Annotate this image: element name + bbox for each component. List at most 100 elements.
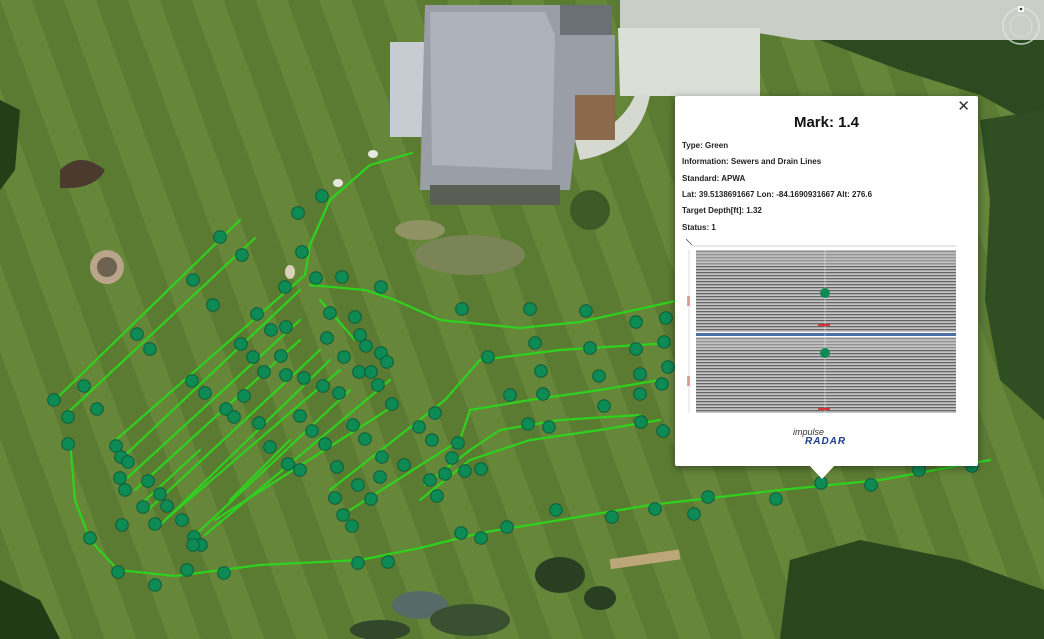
gpr-mark-marker[interactable] xyxy=(335,270,349,284)
gpr-mark-marker[interactable] xyxy=(381,555,395,569)
gpr-mark-marker[interactable] xyxy=(430,489,444,503)
gpr-mark-marker[interactable] xyxy=(373,470,387,484)
gpr-mark-marker[interactable] xyxy=(385,397,399,411)
gpr-mark-marker[interactable] xyxy=(412,420,426,434)
gpr-mark-marker[interactable] xyxy=(252,416,266,430)
gpr-mark-marker[interactable] xyxy=(633,367,647,381)
gpr-mark-marker[interactable] xyxy=(455,302,469,316)
gpr-mark-marker[interactable] xyxy=(77,379,91,393)
gpr-mark-marker[interactable] xyxy=(295,245,309,259)
gpr-mark-marker[interactable] xyxy=(528,336,542,350)
gpr-mark-marker[interactable] xyxy=(352,365,366,379)
gpr-mark-marker[interactable] xyxy=(864,478,878,492)
gpr-mark-marker[interactable] xyxy=(769,492,783,506)
gpr-mark-marker[interactable] xyxy=(141,474,155,488)
gpr-mark-marker[interactable] xyxy=(428,406,442,420)
gpr-mark-marker[interactable] xyxy=(175,513,189,527)
gpr-mark-marker[interactable] xyxy=(281,457,295,471)
gpr-mark-marker[interactable] xyxy=(332,386,346,400)
gpr-mark-marker[interactable] xyxy=(351,478,365,492)
gpr-mark-marker[interactable] xyxy=(160,499,174,513)
gpr-mark-marker[interactable] xyxy=(186,273,200,287)
gpr-mark-marker[interactable] xyxy=(90,402,104,416)
gpr-mark-marker[interactable] xyxy=(279,320,293,334)
gpr-mark-marker[interactable] xyxy=(291,206,305,220)
gpr-mark-marker[interactable] xyxy=(234,337,248,351)
gpr-mark-marker[interactable] xyxy=(309,271,323,285)
gpr-mark-marker[interactable] xyxy=(521,417,535,431)
gpr-mark-marker[interactable] xyxy=(474,531,488,545)
gpr-mark-marker[interactable] xyxy=(305,424,319,438)
gpr-mark-marker[interactable] xyxy=(659,311,673,325)
gpr-mark-marker[interactable] xyxy=(523,302,537,316)
gpr-mark-marker[interactable] xyxy=(597,399,611,413)
gpr-mark-marker[interactable] xyxy=(293,409,307,423)
gpr-mark-marker[interactable] xyxy=(348,310,362,324)
gpr-mark-marker[interactable] xyxy=(153,487,167,501)
gpr-mark-marker[interactable] xyxy=(503,388,517,402)
gpr-mark-marker[interactable] xyxy=(264,323,278,337)
gpr-mark-marker[interactable] xyxy=(445,451,459,465)
gpr-mark-marker[interactable] xyxy=(648,502,662,516)
gpr-mark-marker[interactable] xyxy=(374,280,388,294)
gpr-mark-marker[interactable] xyxy=(500,520,514,534)
gpr-mark-marker[interactable] xyxy=(451,436,465,450)
gpr-mark-marker[interactable] xyxy=(661,360,675,374)
gpr-mark-marker[interactable] xyxy=(534,364,548,378)
gpr-mark-marker[interactable] xyxy=(375,450,389,464)
gpr-mark-marker[interactable] xyxy=(113,471,127,485)
gpr-mark-marker[interactable] xyxy=(657,335,671,349)
gpr-mark-marker[interactable] xyxy=(186,538,200,552)
close-icon[interactable]: ✕ xyxy=(957,99,970,114)
gpr-mark-marker[interactable] xyxy=(542,420,556,434)
gpr-mark-marker[interactable] xyxy=(423,473,437,487)
gpr-mark-marker[interactable] xyxy=(579,304,593,318)
gpr-mark-marker[interactable] xyxy=(148,517,162,531)
gpr-mark-marker[interactable] xyxy=(330,460,344,474)
gpr-mark-marker[interactable] xyxy=(318,437,332,451)
gpr-mark-marker[interactable] xyxy=(536,387,550,401)
gpr-mark-marker[interactable] xyxy=(345,519,359,533)
gpr-mark-marker[interactable] xyxy=(629,342,643,356)
gpr-mark-marker[interactable] xyxy=(227,410,241,424)
gpr-mark-marker[interactable] xyxy=(323,306,337,320)
gpr-mark-marker[interactable] xyxy=(293,463,307,477)
gpr-mark-marker[interactable] xyxy=(425,433,439,447)
gpr-mark-marker[interactable] xyxy=(217,566,231,580)
gpr-mark-marker[interactable] xyxy=(274,349,288,363)
gpr-mark-marker[interactable] xyxy=(148,578,162,592)
gpr-mark-marker[interactable] xyxy=(315,189,329,203)
gpr-mark-marker[interactable] xyxy=(297,371,311,385)
gpr-mark-marker[interactable] xyxy=(687,507,701,521)
gpr-mark-marker[interactable] xyxy=(364,492,378,506)
gpr-mark-marker[interactable] xyxy=(180,563,194,577)
gpr-mark-marker[interactable] xyxy=(634,415,648,429)
gpr-mark-marker[interactable] xyxy=(237,389,251,403)
gpr-mark-marker[interactable] xyxy=(278,280,292,294)
gpr-mark-marker[interactable] xyxy=(474,462,488,476)
gpr-mark-marker[interactable] xyxy=(83,531,97,545)
gpr-mark-marker[interactable] xyxy=(235,248,249,262)
gpr-mark-marker[interactable] xyxy=(111,565,125,579)
gpr-mark-marker[interactable] xyxy=(61,410,75,424)
gpr-mark-marker[interactable] xyxy=(115,518,129,532)
gpr-mark-marker[interactable] xyxy=(130,327,144,341)
gpr-mark-marker[interactable] xyxy=(549,503,563,517)
gpr-mark-marker[interactable] xyxy=(655,377,669,391)
gpr-mark-marker[interactable] xyxy=(320,331,334,345)
gpr-mark-marker[interactable] xyxy=(346,418,360,432)
gpr-mark-marker[interactable] xyxy=(364,365,378,379)
gpr-mark-marker[interactable] xyxy=(246,350,260,364)
gpr-mark-marker[interactable] xyxy=(61,437,75,451)
gpr-mark-marker[interactable] xyxy=(380,355,394,369)
gpr-mark-marker[interactable] xyxy=(206,298,220,312)
gpr-mark-marker[interactable] xyxy=(316,379,330,393)
gpr-mark-marker[interactable] xyxy=(351,556,365,570)
gpr-mark-marker[interactable] xyxy=(592,369,606,383)
gpr-mark-marker[interactable] xyxy=(185,374,199,388)
gpr-mark-marker[interactable] xyxy=(213,230,227,244)
gpr-mark-marker[interactable] xyxy=(337,350,351,364)
gpr-mark-marker[interactable] xyxy=(605,510,619,524)
gpr-mark-marker[interactable] xyxy=(358,432,372,446)
gpr-mark-marker[interactable] xyxy=(250,307,264,321)
